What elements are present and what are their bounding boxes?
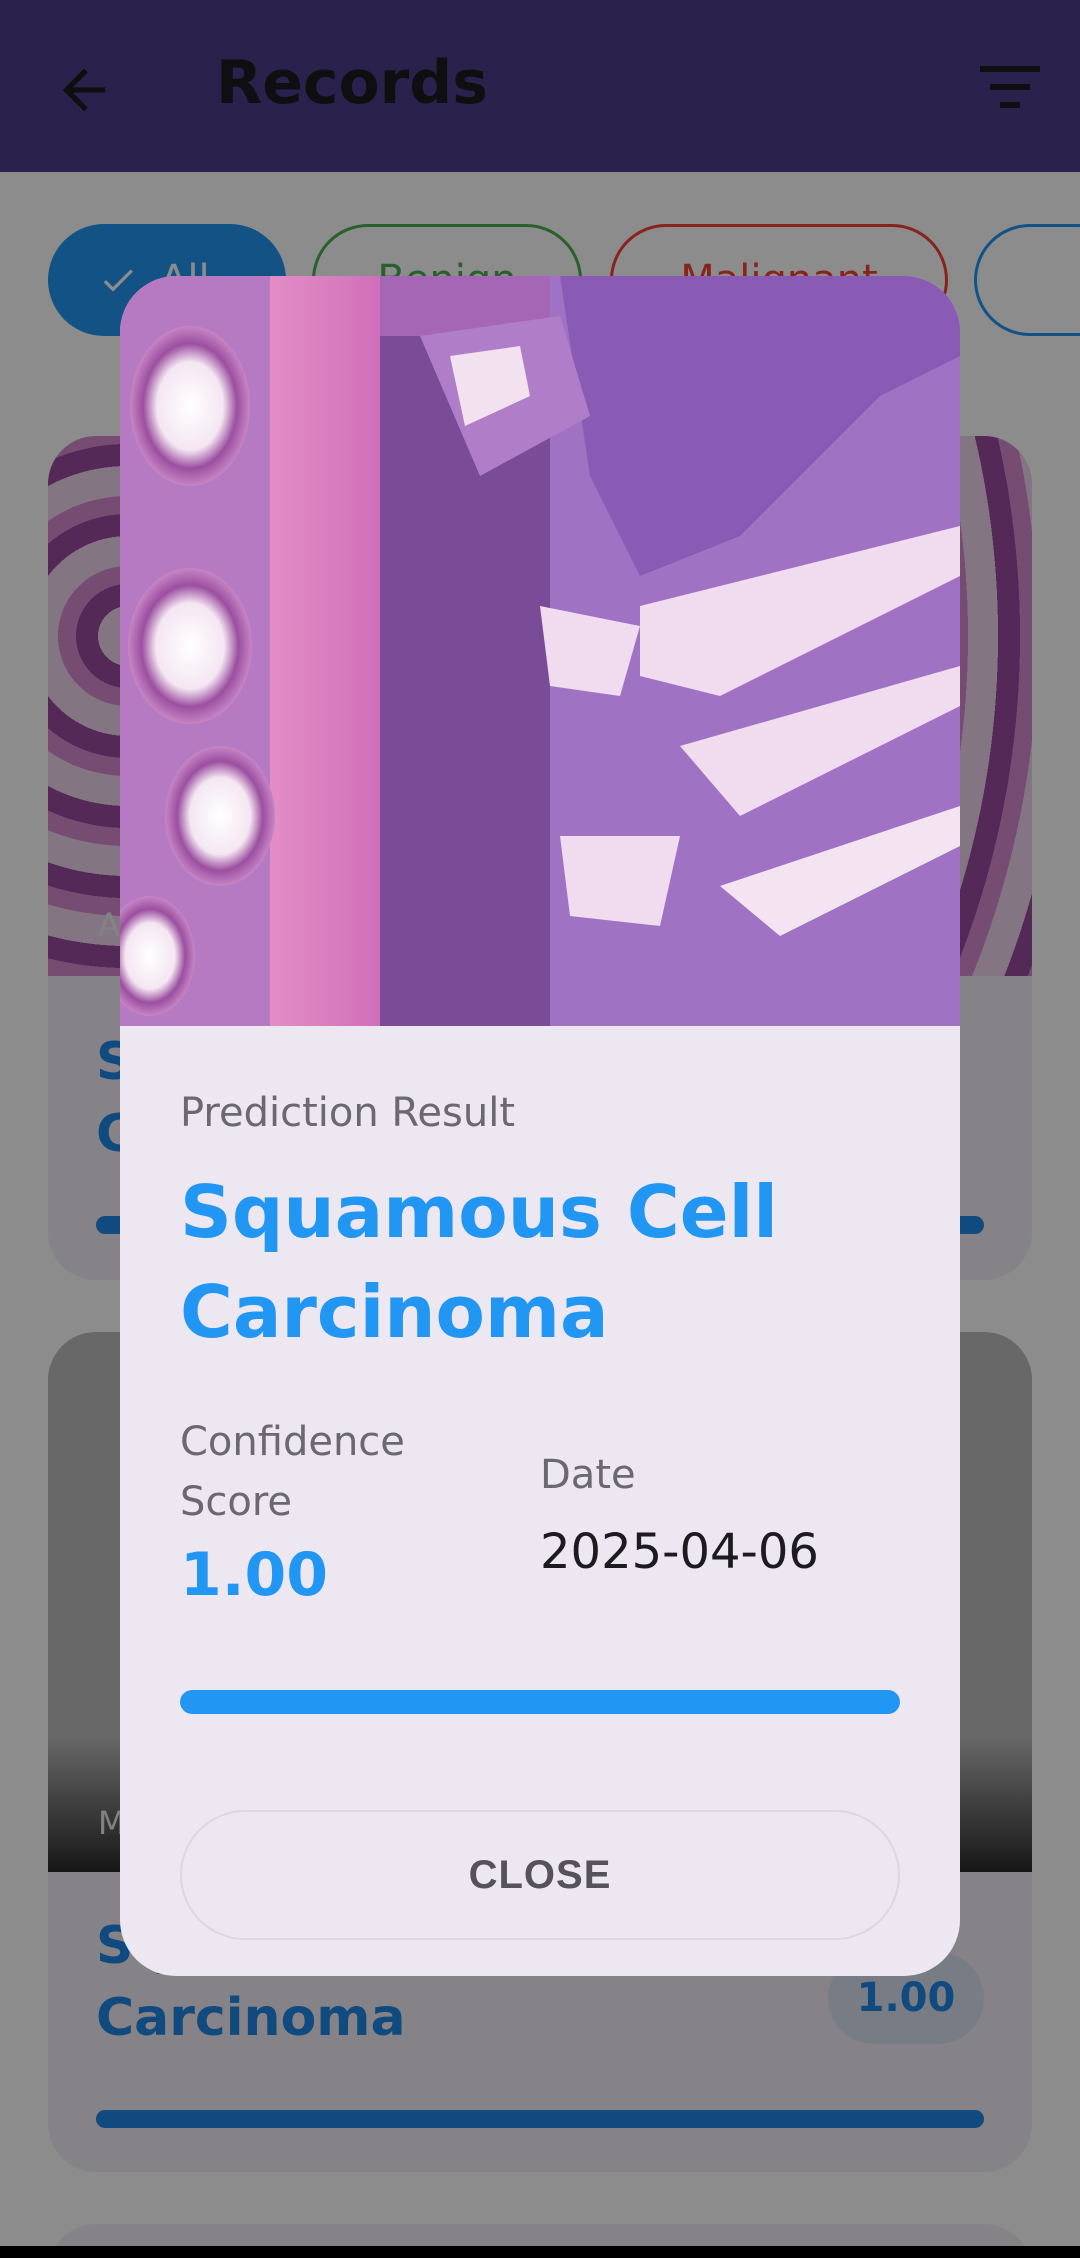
date-label: Date [540,1452,636,1498]
prediction-label: Prediction Result [180,1090,516,1136]
date-value: 2025-04-06 [540,1524,819,1580]
confidence-value: 1.00 [180,1540,329,1610]
close-button[interactable]: CLOSE [180,1810,900,1940]
prediction-dialog: Prediction Result Squamous Cell Carcinom… [120,276,960,1976]
prediction-value: Squamous Cell Carcinoma [180,1170,778,1354]
confidence-progress-fill [180,1690,900,1714]
histology-image [120,276,960,1026]
confidence-progress-bar [180,1690,900,1714]
system-nav-bar [0,2246,1080,2258]
confidence-label: Confidence Score [180,1419,405,1525]
